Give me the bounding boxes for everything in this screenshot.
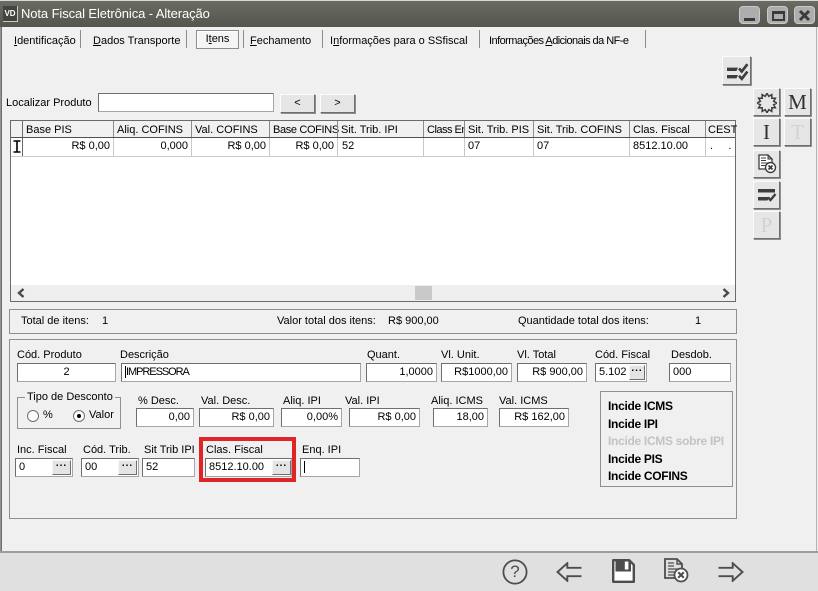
svg-text:?: ? [510,562,519,581]
